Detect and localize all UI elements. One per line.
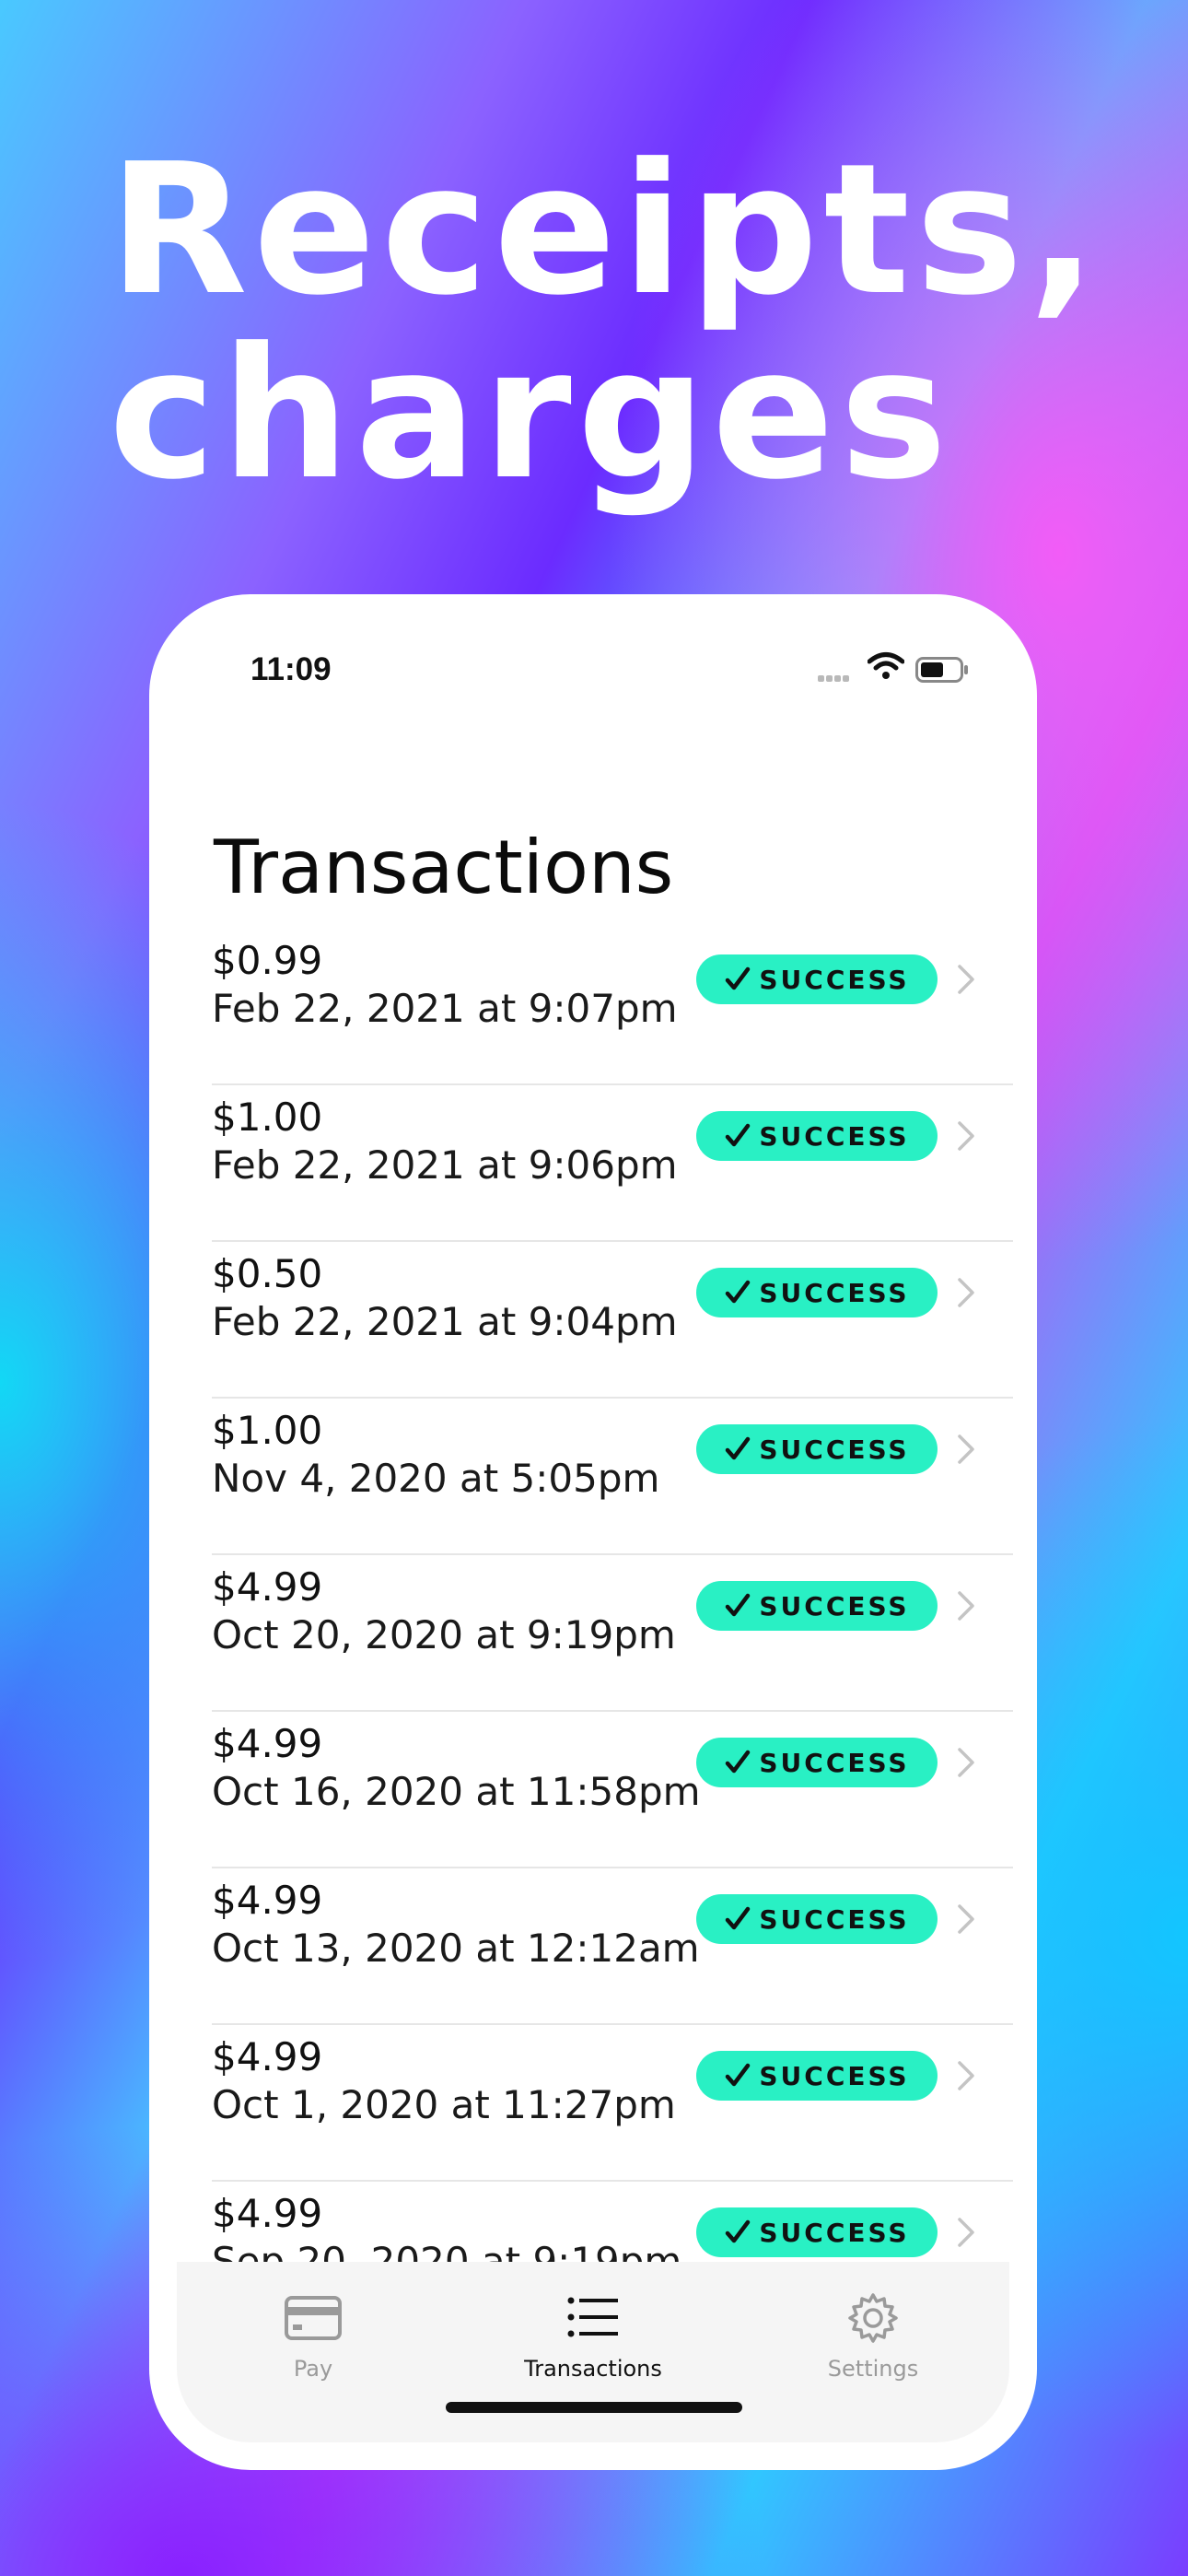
transaction-date: Feb 22, 2021 at 9:04pm	[212, 1299, 678, 1344]
headline-line-1: Receipts,	[109, 125, 1103, 335]
transaction-date: Feb 22, 2021 at 9:06pm	[212, 1142, 678, 1188]
checkmark-icon	[726, 1436, 751, 1460]
chevron-right-icon	[958, 1591, 974, 1621]
checkmark-icon	[726, 2063, 751, 2087]
tab-settings-label: Settings	[827, 2356, 919, 2382]
checkmark-icon	[726, 1280, 751, 1304]
status-badge: SUCCESS	[696, 954, 938, 1004]
transaction-row[interactable]: $0.50 Feb 22, 2021 at 9:04pm SUCCESS	[212, 1242, 1013, 1399]
status-badge-label: SUCCESS	[759, 1747, 910, 1778]
status-badge-label: SUCCESS	[759, 1120, 910, 1152]
tab-settings[interactable]: Settings	[763, 2289, 984, 2382]
page-title: Transactions	[214, 825, 674, 910]
status-badge: SUCCESS	[696, 1268, 938, 1317]
transaction-amount: $4.99	[212, 2191, 323, 2236]
status-badge-label: SUCCESS	[759, 2217, 910, 2248]
credit-card-icon	[285, 2296, 342, 2340]
phone-screen: 11:09 Transactions $0.99 Feb 22, 2021 at…	[149, 594, 1037, 2470]
transaction-amount: $4.99	[212, 1564, 323, 1610]
status-time: 11:09	[250, 651, 332, 687]
chevron-right-icon	[958, 1748, 974, 1777]
transaction-amount: $4.99	[212, 2034, 323, 2079]
checkmark-icon	[726, 1906, 751, 1930]
transaction-date: Nov 4, 2020 at 5:05pm	[212, 1456, 660, 1501]
wifi-icon	[868, 652, 904, 679]
status-badge-label: SUCCESS	[759, 2060, 910, 2091]
transaction-date: Sep 20, 2020 at 9:19pm	[212, 2239, 682, 2263]
status-badge-label: SUCCESS	[759, 1590, 910, 1622]
tab-transactions-label: Transactions	[524, 2356, 662, 2382]
transaction-row[interactable]: $4.99 Oct 16, 2020 at 11:58pm SUCCESS	[212, 1712, 1013, 1868]
transaction-date: Oct 20, 2020 at 9:19pm	[212, 1612, 676, 1657]
chevron-right-icon	[958, 1121, 974, 1151]
status-badge: SUCCESS	[696, 1424, 938, 1474]
status-badge: SUCCESS	[696, 1581, 938, 1631]
gear-icon	[848, 2293, 898, 2343]
status-badge-label: SUCCESS	[759, 1434, 910, 1465]
checkmark-icon	[726, 1750, 751, 1774]
transaction-row[interactable]: $4.99 Sep 20, 2020 at 9:19pm SUCCESS	[212, 2182, 1013, 2263]
tab-transactions[interactable]: Transactions	[483, 2289, 704, 2382]
checkmark-icon	[726, 1593, 751, 1617]
status-badge: SUCCESS	[696, 1894, 938, 1944]
checkmark-icon	[726, 2219, 751, 2243]
transaction-row[interactable]: $0.99 Feb 22, 2021 at 9:07pm SUCCESS	[212, 929, 1013, 1085]
chevron-right-icon	[958, 2218, 974, 2247]
headline-line-2: charges	[109, 310, 953, 520]
status-badge: SUCCESS	[696, 2051, 938, 2101]
transaction-row[interactable]: $4.99 Oct 1, 2020 at 11:27pm SUCCESS	[212, 2025, 1013, 2182]
transaction-amount: $0.50	[212, 1251, 323, 1296]
tab-bar: Pay Transactions Settings	[177, 2262, 1009, 2442]
transaction-amount: $4.99	[212, 1878, 323, 1923]
status-badge-label: SUCCESS	[759, 1903, 910, 1935]
status-badge: SUCCESS	[696, 1738, 938, 1787]
transaction-row[interactable]: $1.00 Feb 22, 2021 at 9:06pm SUCCESS	[212, 1085, 1013, 1242]
transaction-row[interactable]: $1.00 Nov 4, 2020 at 5:05pm SUCCESS	[212, 1399, 1013, 1555]
transaction-date: Feb 22, 2021 at 9:07pm	[212, 986, 678, 1031]
home-indicator	[446, 2402, 742, 2413]
transaction-row[interactable]: $4.99 Oct 13, 2020 at 12:12am SUCCESS	[212, 1868, 1013, 2025]
checkmark-icon	[726, 1123, 751, 1147]
chevron-right-icon	[958, 965, 974, 994]
transaction-amount: $4.99	[212, 1721, 323, 1766]
transaction-amount: $0.99	[212, 938, 323, 983]
status-badge-label: SUCCESS	[759, 964, 910, 995]
transaction-amount: $1.00	[212, 1408, 323, 1453]
transaction-date: Oct 13, 2020 at 12:12am	[212, 1926, 700, 1971]
chevron-right-icon	[958, 1278, 974, 1307]
transactions-list[interactable]: $0.99 Feb 22, 2021 at 9:07pm SUCCESS $1.…	[212, 929, 1013, 2263]
checkmark-icon	[726, 966, 751, 990]
chevron-right-icon	[958, 2061, 974, 2090]
battery-icon	[915, 657, 968, 683]
status-badge-label: SUCCESS	[759, 1277, 910, 1308]
list-icon	[567, 2297, 618, 2337]
status-bar: 11:09	[149, 594, 1037, 751]
transaction-date: Oct 1, 2020 at 11:27pm	[212, 2082, 676, 2127]
tab-pay-label: Pay	[293, 2356, 333, 2382]
status-badge: SUCCESS	[696, 1111, 938, 1161]
chevron-right-icon	[958, 1904, 974, 1934]
cellular-signal-icon	[818, 670, 855, 682]
transaction-amount: $1.00	[212, 1095, 323, 1140]
status-badge: SUCCESS	[696, 2207, 938, 2257]
chevron-right-icon	[958, 1434, 974, 1464]
marketing-headline: Receipts, charges	[109, 138, 1122, 507]
transaction-date: Oct 16, 2020 at 11:58pm	[212, 1769, 701, 1814]
tab-pay[interactable]: Pay	[203, 2289, 424, 2382]
transaction-row[interactable]: $4.99 Oct 20, 2020 at 9:19pm SUCCESS	[212, 1555, 1013, 1712]
